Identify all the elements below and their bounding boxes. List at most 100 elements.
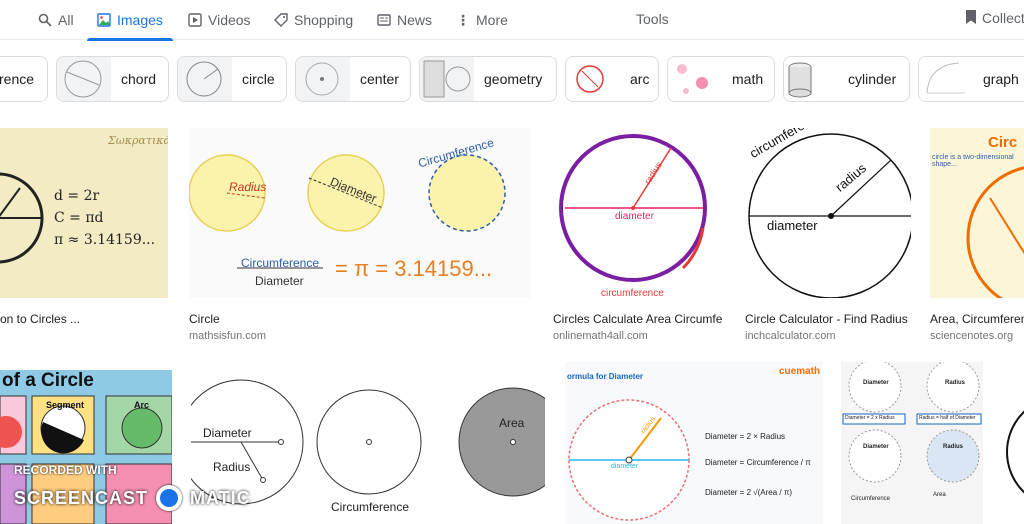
fraction-denominator: Diameter <box>255 274 304 288</box>
tab-videos-label: Videos <box>208 12 251 28</box>
result-title[interactable]: Circle Calculator - Find Radius ... <box>745 312 911 326</box>
chip-label: math <box>732 71 764 87</box>
search-tabs-bar: All Images Videos Shopping News ⋮ More T… <box>0 0 1024 41</box>
formula-2: Diameter = Circumference / π <box>705 458 811 467</box>
search-icon <box>38 13 52 27</box>
cuemath-logo: cuemath <box>779 366 821 377</box>
diameter-eq: Diameter = 2 x Radius <box>845 415 895 421</box>
chip-thumbnail <box>566 57 620 101</box>
result-source: sciencenotes.org <box>930 330 1014 342</box>
area-mini-label: Area <box>933 492 946 498</box>
parts-title: of a Circle <box>2 370 94 391</box>
image-result-onlinemath4all[interactable]: radius diameter circumference Circles Ca… <box>553 128 723 346</box>
tab-all[interactable]: All <box>38 0 74 40</box>
tab-more[interactable]: ⋮ More <box>456 0 508 40</box>
segment-label: Segment <box>46 400 85 410</box>
result-thumbnail: Σωκρατικά d = 2r C = πd π ≈ 3.14159... <box>0 128 168 298</box>
radius-eq: Radius = half of Diameter <box>919 415 976 421</box>
chip-label: arc <box>630 71 650 87</box>
socratica-logo-text: Σωκρατικά <box>108 134 168 147</box>
result-title[interactable]: Circles Calculate Area Circumference ... <box>553 312 723 326</box>
chip-thumbnail <box>668 57 722 101</box>
radius-label: Radius <box>213 460 251 474</box>
chip-thumbnail <box>296 57 350 101</box>
tab-news[interactable]: News <box>377 0 432 40</box>
more-vert-icon: ⋮ <box>456 12 470 28</box>
tab-images-label: Images <box>117 12 163 28</box>
chip-math[interactable]: math <box>667 56 775 102</box>
tab-images[interactable]: Images <box>87 0 173 41</box>
chip-label: graph <box>983 71 1019 87</box>
result-thumbnail <box>1003 362 1024 524</box>
chip-arc[interactable]: arc <box>565 56 659 102</box>
result-title[interactable]: Area, Circumference ... <box>930 312 1024 326</box>
formula-c: C = πd <box>54 210 104 226</box>
tab-shopping-label: Shopping <box>294 12 354 28</box>
play-icon <box>188 13 202 27</box>
related-chips: rence chord circle center geometry arc m… <box>0 56 1024 104</box>
chip-center[interactable]: center <box>295 56 411 102</box>
diameter-label: diameter <box>611 463 639 470</box>
image-icon <box>97 13 111 27</box>
chip-label: rence <box>0 71 35 87</box>
area-label: Area <box>499 416 525 430</box>
image-result-partial[interactable] <box>1003 362 1024 524</box>
image-result-mathsisfun[interactable]: Radius Diameter Circumference Circumfere… <box>189 128 531 346</box>
cuemath-header: ormula for Diameter <box>567 372 644 381</box>
formula-3: Diameter = 2 √(Area / π) <box>705 488 793 497</box>
circumference-mini-label: Circumference <box>851 496 891 502</box>
diameter-label: diameter <box>767 218 818 233</box>
chip-label: geometry <box>484 71 543 87</box>
chip-label: circle <box>242 71 275 87</box>
result-title[interactable]: on to Circles ... <box>0 312 80 326</box>
tab-news-label: News <box>397 12 433 28</box>
newspaper-icon <box>377 14 391 26</box>
pi-value: = π = 3.14159... <box>335 256 493 281</box>
collections-label: Collections <box>982 10 1024 26</box>
tab-videos[interactable]: Videos <box>188 0 251 40</box>
result-thumbnail: ormula for Diameter cuemath radius diame… <box>565 362 823 524</box>
diameter-mini-label: Diameter <box>863 380 889 386</box>
bookmark-icon <box>966 10 976 24</box>
result-title[interactable]: Circle <box>189 312 220 326</box>
chip-graph[interactable]: graph <box>918 56 1024 102</box>
image-result-circle-formulas[interactable]: Diameter Radius Diameter = 2 x Radius Ra… <box>841 362 983 524</box>
circumference-label: circumference <box>601 288 664 298</box>
formula-d: d = 2r <box>54 188 100 204</box>
diameter-label: Diameter <box>203 426 252 440</box>
watermark-screencast: SCREENCAST MATIC <box>14 485 251 511</box>
image-result-socratica[interactable]: Σωκρατικά d = 2r C = πd π ≈ 3.14159... o… <box>0 128 168 334</box>
collections-button[interactable]: Collections <box>966 10 1024 26</box>
radius-label: Radius <box>229 180 267 194</box>
image-result-inchcalculator[interactable]: circumference radius diameter Circle Cal… <box>745 128 911 346</box>
diameter-mini-label-2: Diameter <box>863 444 889 450</box>
circ-title: Circ <box>988 134 1018 151</box>
result-source: onlinemath4all.com <box>553 330 648 342</box>
tab-shopping[interactable]: Shopping <box>274 0 353 40</box>
result-thumbnail: Diameter Radius Diameter = 2 x Radius Ra… <box>841 362 983 524</box>
arc-label: Arc <box>134 400 150 410</box>
chip-circle[interactable]: circle <box>177 56 287 102</box>
chip-label: cylinder <box>848 71 897 87</box>
tab-more-label: More <box>476 12 508 28</box>
chip-label: chord <box>121 71 157 87</box>
diameter-label: diameter <box>615 211 654 222</box>
watermark-screencast-text: SCREENCAST <box>14 487 149 508</box>
result-thumbnail: Circ circle is a two-dimensional shape..… <box>930 128 1024 298</box>
tag-icon <box>274 13 288 27</box>
image-result-sciencenotes[interactable]: Circ circle is a two-dimensional shape..… <box>930 128 1024 346</box>
chip-geometry[interactable]: geometry <box>419 56 557 102</box>
radius-mini-label: Radius <box>945 380 966 386</box>
result-source: mathsisfun.com <box>189 330 267 342</box>
chip-thumbnail <box>784 57 838 101</box>
chip-circumference[interactable]: rence <box>0 56 48 102</box>
image-result-cuemath[interactable]: ormula for Diameter cuemath radius diame… <box>565 362 823 524</box>
chip-thumbnail <box>57 57 111 101</box>
radius-mini-label-2: Radius <box>943 444 964 450</box>
formula-pi: π ≈ 3.14159... <box>54 232 156 248</box>
tools-button[interactable]: Tools <box>636 11 669 27</box>
chip-chord[interactable]: chord <box>56 56 169 102</box>
chip-cylinder[interactable]: cylinder <box>783 56 910 102</box>
chip-thumbnail <box>178 57 232 101</box>
formula-1: Diameter = 2 × Radius <box>705 432 786 441</box>
